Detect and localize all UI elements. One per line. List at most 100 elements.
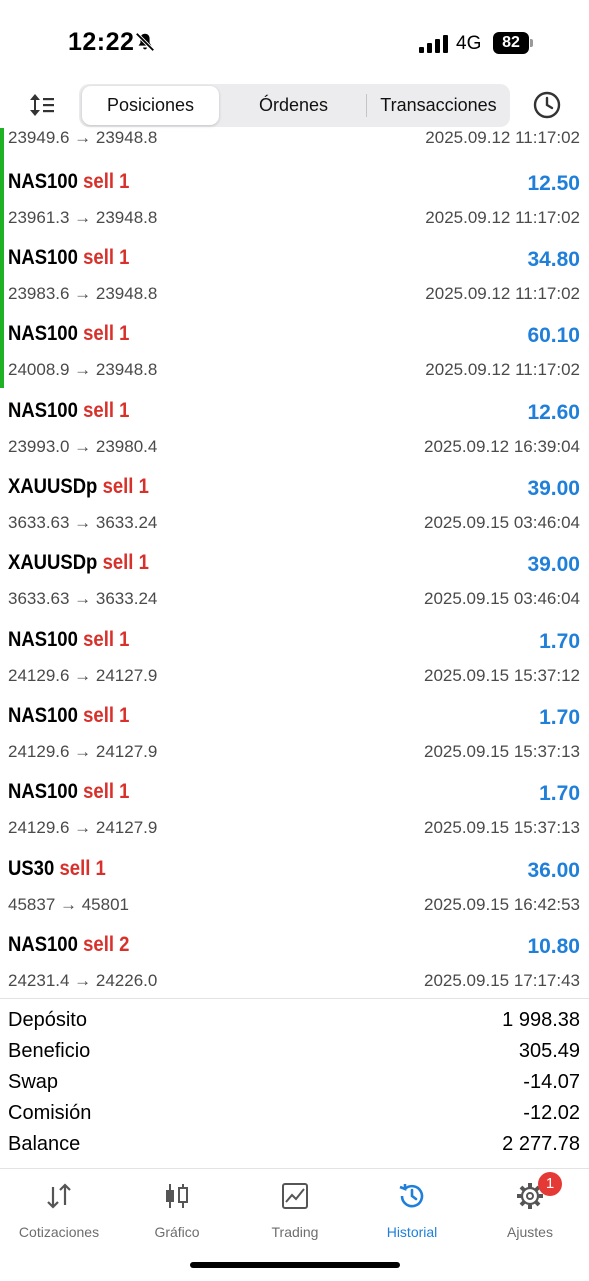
- summary-label: Depósito: [8, 1009, 87, 1031]
- list-item[interactable]: NAS100 sell 1 12.50 23961.3 → 23948.8 202…: [0, 166, 589, 242]
- list-item[interactable]: NAS100 sell 1 34.80 23983.6 → 23948.8 202…: [0, 242, 589, 318]
- deal-time: 2025.09.12 16:39:04: [424, 437, 580, 456]
- deal-time: 2025.09.12 11:17:02: [425, 360, 580, 379]
- status-time: 12:22: [68, 28, 135, 56]
- trading-chart-icon: [282, 1183, 308, 1209]
- network-type: 4G: [456, 33, 482, 54]
- deal-prices: 24129.6 → 24127.9: [8, 666, 158, 685]
- deal-time: 2025.09.12 11:17:02: [425, 284, 580, 303]
- list-item[interactable]: NAS100 sell 1 12.60 23993.0 → 23980.4 202…: [0, 395, 589, 471]
- deal-prices: 24231.4 → 24226.0: [8, 971, 158, 990]
- deal-profit: 1.70: [539, 630, 580, 653]
- sort-icon[interactable]: [27, 90, 57, 120]
- deal-side: sell 1: [83, 246, 130, 269]
- deals-list[interactable]: 23949.6 → 23948.8 2025.09.12 11:17:02 NA…: [0, 128, 589, 998]
- deal-side: sell 1: [83, 704, 130, 727]
- summary-label: Swap: [8, 1071, 59, 1093]
- deal-prices: 24008.9 → 23948.8: [8, 360, 158, 379]
- deal-prices: 23961.3 → 23948.8: [8, 208, 158, 227]
- summary-label: Comisión: [8, 1102, 92, 1124]
- summary-value: -14.07: [523, 1071, 580, 1093]
- tab-positions[interactable]: Posiciones: [82, 86, 219, 125]
- tab-history[interactable]: Historial: [353, 1177, 471, 1240]
- summary-value: 305.49: [518, 1040, 580, 1062]
- summary-value: 1 998.38: [502, 1009, 580, 1031]
- clock-icon[interactable]: [532, 90, 562, 120]
- list-item[interactable]: NAS100 sell 1 1.70 24129.6 → 24127.9 2025…: [0, 700, 589, 776]
- deal-time: 2025.09.15 16:42:53: [424, 895, 580, 914]
- deal-symbol: NAS100: [8, 933, 78, 956]
- deal-time: 2025.09.15 03:46:04: [424, 589, 580, 608]
- deal-symbol: US30: [8, 857, 55, 880]
- deal-side: sell 1: [102, 475, 149, 498]
- segmented-control: Posiciones Órdenes Transacciones: [79, 84, 510, 127]
- deal-side: sell 2: [83, 933, 130, 956]
- account-summary: Depósito 1 998.38 Beneficio 305.49 Swap …: [0, 998, 589, 1169]
- summary-row: Beneficio 305.49: [0, 1040, 589, 1071]
- deal-profit: 10.80: [527, 935, 580, 958]
- tab-label: Historial: [386, 1224, 438, 1240]
- summary-row: Balance 2 277.78: [0, 1133, 589, 1164]
- status-bar: 12:22 4G 82: [0, 0, 589, 80]
- deal-prices: 24129.6 → 24127.9: [8, 818, 158, 837]
- tab-settings[interactable]: Ajustes: [471, 1177, 589, 1240]
- summary-value: 2 277.78: [502, 1133, 580, 1155]
- summary-label: Balance: [8, 1133, 81, 1155]
- list-item[interactable]: NAS100 sell 1 1.70 24129.6 → 24127.9 2025…: [0, 624, 589, 700]
- deal-profit: 60.10: [527, 324, 580, 347]
- notification-badge: 1: [538, 1172, 562, 1196]
- deal-side: sell 1: [83, 322, 130, 345]
- summary-label: Beneficio: [8, 1040, 91, 1062]
- deal-prices: 23983.6 → 23948.8: [8, 284, 158, 303]
- deal-symbol: NAS100: [8, 246, 78, 269]
- deal-symbol: NAS100: [8, 322, 78, 345]
- deal-symbol: XAUUSDp: [8, 475, 98, 498]
- tab-chart[interactable]: Gráfico: [118, 1177, 236, 1240]
- tab-label: Ajustes: [507, 1224, 553, 1240]
- deal-time: 2025.09.15 15:37:12: [424, 666, 580, 685]
- deal-prices: 3633.63 → 3633.24: [8, 589, 158, 608]
- deal-time: 2025.09.15 03:46:04: [424, 513, 580, 532]
- deal-profit: 1.70: [539, 706, 580, 729]
- history-icon: [399, 1184, 424, 1208]
- deal-symbol: NAS100: [8, 399, 78, 422]
- summary-row: Comisión -12.02: [0, 1102, 589, 1133]
- deal-profit: 12.60: [527, 401, 580, 424]
- list-item[interactable]: XAUUSDp sell 1 39.00 3633.63 → 3633.24 20…: [0, 547, 589, 623]
- deal-profit: 12.50: [527, 172, 580, 195]
- summary-row: Depósito 1 998.38: [0, 1009, 589, 1040]
- list-item[interactable]: NAS100 sell 1 1.70 24129.6 → 24127.9 2025…: [0, 776, 589, 852]
- list-item[interactable]: XAUUSDp sell 1 39.00 3633.63 → 3633.24 20…: [0, 471, 589, 547]
- deal-time: 2025.09.15 17:17:43: [424, 971, 580, 990]
- deal-time: 2025.09.12 11:17:02: [425, 128, 580, 147]
- deal-profit: 36.00: [527, 859, 580, 882]
- list-item[interactable]: US30 sell 1 36.00 45837 → 45801 2025.09.1…: [0, 853, 589, 929]
- home-indicator[interactable]: [190, 1262, 400, 1268]
- deal-symbol: XAUUSDp: [8, 551, 98, 574]
- deal-symbol: NAS100: [8, 170, 78, 193]
- tab-label: Gráfico: [154, 1224, 200, 1240]
- signal-icon: [419, 35, 448, 53]
- deal-prices: 45837 → 45801: [8, 895, 129, 914]
- deal-side: sell 1: [102, 551, 149, 574]
- list-item[interactable]: NAS100 sell 2 10.80 24231.4 → 24226.0 202…: [0, 929, 589, 998]
- battery-level: 82: [493, 32, 529, 54]
- tab-trading[interactable]: Trading: [236, 1177, 354, 1240]
- quotes-arrows-icon: [47, 1183, 71, 1209]
- tab-orders[interactable]: Órdenes: [222, 84, 365, 127]
- list-item[interactable]: NAS100 sell 1 60.10 24008.9 → 23948.8 202…: [0, 318, 589, 394]
- list-item[interactable]: 23949.6 → 23948.8 2025.09.12 11:17:02: [0, 128, 589, 162]
- summary-value: -12.02: [523, 1102, 580, 1124]
- deal-prices: 23949.6 → 23948.8: [8, 128, 158, 147]
- tab-transactions[interactable]: Transacciones: [367, 84, 510, 127]
- bell-off-icon: [135, 32, 155, 52]
- deal-symbol: NAS100: [8, 780, 78, 803]
- deal-time: 2025.09.15 15:37:13: [424, 818, 580, 837]
- deal-side: sell 1: [83, 628, 130, 651]
- candlestick-icon: [166, 1184, 188, 1208]
- deal-side: sell 1: [59, 857, 106, 880]
- tab-quotes[interactable]: Cotizaciones: [0, 1177, 118, 1240]
- deal-side: sell 1: [83, 170, 130, 193]
- deal-prices: 24129.6 → 24127.9: [8, 742, 158, 761]
- deal-side: sell 1: [83, 780, 130, 803]
